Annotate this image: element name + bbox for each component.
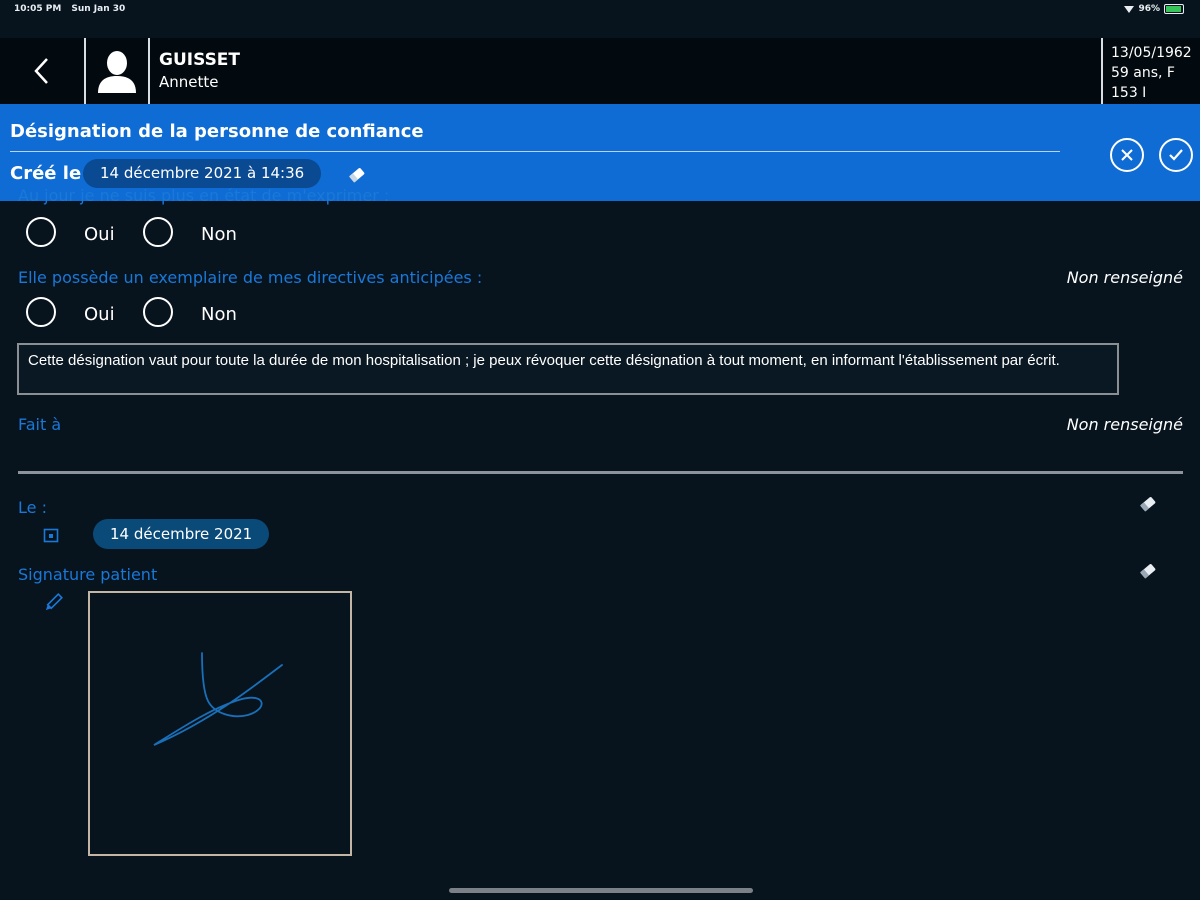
form-header-divider xyxy=(10,151,1060,152)
radio-q1-oui[interactable] xyxy=(26,217,56,247)
calendar-icon[interactable] xyxy=(43,527,59,547)
battery-percent: 96% xyxy=(1138,4,1160,14)
created-date-pill[interactable]: 14 décembre 2021 à 14:36 xyxy=(83,159,322,188)
status-right: 96% xyxy=(1124,4,1184,14)
fait-a-input-line[interactable] xyxy=(18,471,1183,474)
battery-icon xyxy=(1164,4,1184,14)
chevron-left-icon xyxy=(34,58,48,84)
validate-button[interactable] xyxy=(1159,138,1193,172)
signature-label: Signature patient xyxy=(18,565,158,584)
radio-q1-oui-label: Oui xyxy=(84,224,115,245)
cancel-button[interactable] xyxy=(1110,138,1144,172)
header-divider xyxy=(148,38,150,104)
patient-ref: 153 I xyxy=(1111,85,1147,101)
eraser-icon[interactable] xyxy=(347,166,367,188)
person-icon xyxy=(98,51,136,93)
patient-birth-date: 13/05/1962 xyxy=(1111,45,1192,61)
patient-first-name: Annette xyxy=(159,73,219,91)
radio-q2-oui-label: Oui xyxy=(84,304,115,325)
date-pill[interactable]: 14 décembre 2021 xyxy=(93,519,270,549)
header-divider xyxy=(1101,38,1103,104)
radio-q1-non-label: Non xyxy=(201,224,237,245)
le-label: Le : xyxy=(18,498,47,517)
wifi-icon xyxy=(1124,5,1135,13)
home-indicator xyxy=(449,888,753,893)
status-date: Sun Jan 30 xyxy=(71,4,126,14)
statement-text: Cette désignation vaut pour toute la dur… xyxy=(17,343,1119,395)
question-1-label: Au jour je ne suis plus en état de m'exp… xyxy=(18,186,390,205)
created-label: Créé le xyxy=(10,163,82,184)
patient-info: 13/05/1962 59 ans, F 153 I xyxy=(1111,43,1192,103)
fait-a-label: Fait à xyxy=(18,415,62,434)
form-title: Désignation de la personne de confiance xyxy=(10,121,424,142)
patient-last-name: GUISSET xyxy=(159,50,241,70)
status-time: 10:05 PM xyxy=(14,4,62,14)
status-bar xyxy=(0,0,1200,24)
fait-a-status: Non renseigné xyxy=(1066,415,1183,434)
signature-pad[interactable] xyxy=(88,591,352,856)
close-icon xyxy=(1121,149,1133,161)
eraser-icon[interactable] xyxy=(1138,562,1158,584)
question-2-status: Non renseigné xyxy=(1066,268,1183,287)
check-icon xyxy=(1169,149,1183,161)
eraser-icon[interactable] xyxy=(1138,495,1158,517)
radio-q1-non[interactable] xyxy=(143,217,173,247)
radio-q2-non-label: Non xyxy=(201,304,237,325)
avatar xyxy=(86,38,148,104)
radio-q2-oui[interactable] xyxy=(26,297,56,327)
pencil-icon[interactable] xyxy=(42,592,64,618)
signature-drawing xyxy=(153,652,283,746)
patient-header xyxy=(0,38,1200,104)
status-left: 10:05 PM Sun Jan 30 xyxy=(14,4,135,14)
back-button[interactable] xyxy=(0,38,84,104)
patient-age-sex: 59 ans, F xyxy=(1111,65,1175,81)
question-2-label: Elle possède un exemplaire de mes direct… xyxy=(18,268,483,287)
radio-q2-non[interactable] xyxy=(143,297,173,327)
